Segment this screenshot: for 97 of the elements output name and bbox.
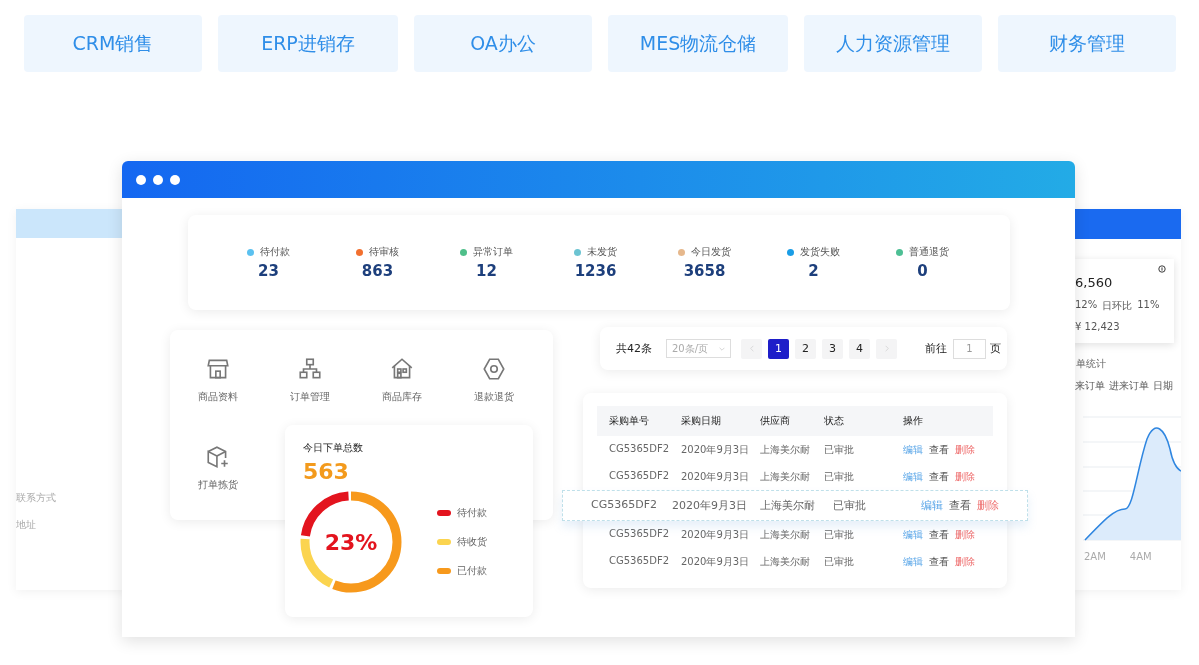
stat-label: 异常订单 [473,245,513,259]
action-link[interactable]: 编辑 [903,470,923,484]
table-cell: 已审批 [824,528,854,542]
chevron-down-icon [719,346,725,351]
percent-text: 12% [1075,299,1098,312]
table-cell: 2020年9月3日 [681,555,750,569]
axis-label: 4AM [1129,551,1152,562]
shortcut-label[interactable]: 商品库存 [382,390,422,404]
percent-label: 23% [324,529,378,555]
category-tab[interactable]: 财务管理 [998,15,1176,72]
table-cell: 上海美尔耐 [760,443,810,457]
table-cell: 已审批 [824,555,854,569]
stat-label: 待付款 [260,245,290,259]
action-link[interactable]: 删除 [977,498,999,513]
info-icon [1158,265,1166,273]
page-unit: 页 [990,341,1001,356]
shortcut-label[interactable]: 订单管理 [290,390,330,404]
action-link[interactable]: 查看 [929,470,949,484]
table-cell: 已审批 [833,498,866,513]
category-tab[interactable]: MES物流仓储 [608,15,788,72]
page-button[interactable]: 3 [822,338,843,359]
stat-label: 普通退货 [909,245,949,259]
table-cell: 上海美尔耐 [760,498,815,513]
legend-label: 待收货 [457,535,487,549]
category-tab[interactable]: 人力资源管理 [804,15,982,72]
page-button[interactable]: 2 [795,338,816,359]
stat-value: 2 [808,262,819,280]
stat-label: 待审核 [369,245,399,259]
stat-value: 863 [361,262,394,280]
table-cell: 上海美尔耐 [760,555,810,569]
action-link[interactable]: 删除 [955,555,975,569]
column-header: 操作 [903,414,923,428]
column-header: 采购单号 [609,414,649,428]
table-cell: 2020年9月3日 [681,470,750,484]
table-cell: 2020年9月3日 [672,498,747,513]
column-header: 供应商 [760,414,790,428]
field-label: 地址 [16,518,36,532]
category-tab[interactable]: OA办公 [414,15,592,72]
page-size-select[interactable]: 20条/页 [666,339,731,358]
table-cell: CG5365DF2 [609,443,669,454]
stat-value: 23 [258,262,279,280]
action-link[interactable]: 查看 [949,498,971,513]
table-cell: CG5365DF2 [609,555,669,566]
column-header: 状态 [824,414,844,428]
axis-label: 2AM [1084,551,1106,562]
legend-label: 已付款 [457,564,487,578]
page-button[interactable]: 1 [768,338,789,359]
field-label: 联系方式 [16,491,56,505]
action-link[interactable]: 查看 [929,443,949,457]
table-cell: 2020年9月3日 [681,528,750,542]
page-button[interactable]: 4 [849,338,870,359]
shortcut-label[interactable]: 打单拣货 [198,478,238,492]
chart-tab[interactable]: 进来订单 [1109,379,1149,393]
chart-tab[interactable]: 日期 [1153,379,1173,393]
stat-label: 发货失败 [800,245,840,259]
action-link[interactable]: 删除 [955,443,975,457]
column-header: 采购日期 [681,414,721,428]
table-cell: CG5365DF2 [609,470,669,481]
table-cell: CG5365DF2 [609,528,669,539]
action-link[interactable]: 删除 [955,528,975,542]
table-cell: 上海美尔耐 [760,470,810,484]
settings-icon[interactable] [481,356,507,382]
total-text: ¥ 12,423 [1075,321,1120,332]
total-count: 共42条 [616,341,652,356]
page-input[interactable]: 1 [953,338,986,359]
shortcut-label[interactable]: 退款退货 [474,390,514,404]
stat-value: 1236 [574,262,617,280]
shortcut-label[interactable]: 商品资料 [198,390,238,404]
stat-label: 未发货 [587,245,617,259]
stat-label: 今日发货 [691,245,731,259]
category-tab[interactable]: ERP进销存 [218,15,398,72]
action-link[interactable]: 编辑 [903,528,923,542]
table-cell: 已审批 [824,443,854,457]
table-cell: CG5365DF2 [591,498,657,511]
action-link[interactable]: 编辑 [921,498,943,513]
goto-label: 前往 [925,341,947,356]
compare-label: 日环比 [1102,299,1133,313]
action-link[interactable]: 编辑 [903,443,923,457]
action-link[interactable]: 查看 [929,528,949,542]
box-plus-icon[interactable] [205,444,231,470]
stat-value: 6,560 [1075,275,1113,290]
action-link[interactable]: 查看 [929,555,949,569]
action-link[interactable]: 编辑 [903,555,923,569]
chart-tab[interactable]: 来订单 [1075,379,1105,393]
legend-label: 待付款 [457,506,487,520]
category-tab[interactable]: CRM销售 [24,15,202,72]
table-cell: 上海美尔耐 [760,528,810,542]
action-link[interactable]: 删除 [955,470,975,484]
order-total: 563 [303,459,349,484]
card-title: 今日下单总数 [303,441,363,455]
percent-text: 11% [1137,299,1160,312]
stat-value: 12 [476,262,497,280]
table-cell: 已审批 [824,470,854,484]
table-cell: 2020年9月3日 [681,443,750,457]
stat-value: 3658 [683,262,726,280]
section-title: 单统计 [1076,357,1106,371]
stat-value: 0 [917,262,928,280]
